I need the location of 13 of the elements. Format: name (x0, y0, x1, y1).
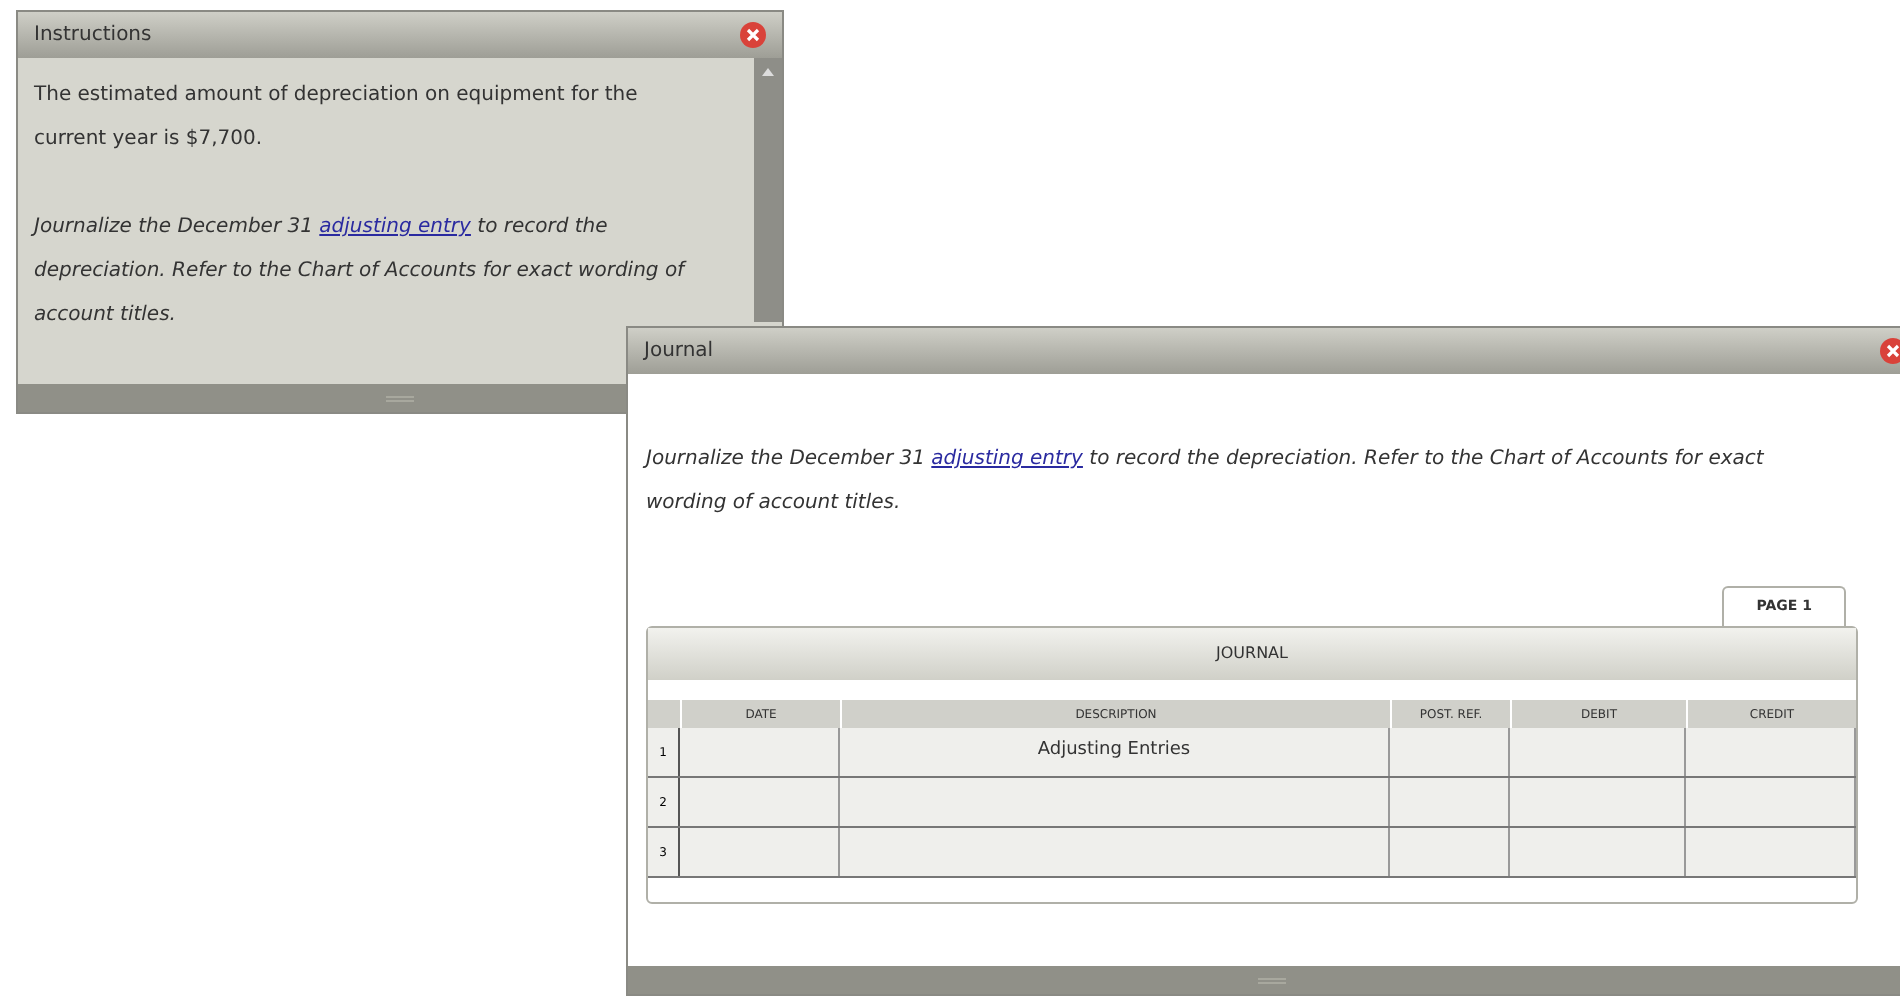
instruction-text: Journalize the December 31 adjusting entry to record the depreciation. Refer to the Chart of Accounts for exact wording of account titles. (646, 446, 1766, 518)
instruction-text: Journalize the December 31 adjusting entry to record the depreciation. Refer to the Chart of Accounts for exact wording of account titles. (34, 214, 689, 330)
window-title: Instructions (34, 22, 152, 50)
table-cell[interactable]: Adjusting Entries (840, 728, 1390, 776)
close-icon[interactable] (740, 22, 766, 48)
window-title: Journal (644, 338, 714, 366)
instruction-text: The estimated amount of depreciation on equipment for the current year is $7,700. (34, 82, 640, 154)
glossary-link[interactable]: adjusting entry (319, 216, 471, 238)
glossary-link[interactable]: adjusting entry (931, 448, 1083, 470)
scroll-up-icon[interactable] (762, 66, 774, 78)
scrollbar[interactable] (754, 58, 782, 322)
close-icon[interactable] (1880, 338, 1900, 364)
table-title: JOURNAL (648, 628, 1856, 680)
